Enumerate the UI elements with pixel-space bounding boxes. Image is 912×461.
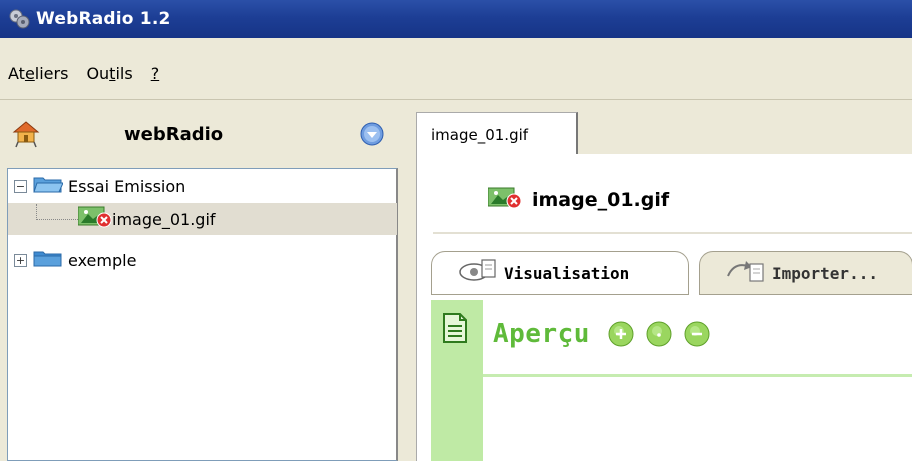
tree-item-label: Essai Emission: [68, 176, 186, 196]
import-icon: [726, 258, 766, 288]
tree-item-exemple[interactable]: + exemple: [14, 245, 136, 275]
radio-station-icon: [12, 120, 40, 148]
document-icon: [441, 312, 469, 348]
tree-item-essai-emission[interactable]: − Essai Emission: [14, 171, 185, 201]
tree-connector: [36, 204, 78, 220]
editor-area: image_01.gif image_01.gif Visualisation …: [404, 102, 912, 461]
menu-bar: Ateliers Outils ?: [0, 48, 912, 100]
tree-item-label: exemple: [68, 250, 137, 270]
project-tree[interactable]: − Essai Emission image_01.gif + exemple: [7, 168, 398, 461]
app-icon: [6, 6, 32, 32]
folder-icon: [33, 249, 63, 271]
open-folder-icon: [33, 175, 64, 197]
menu-outils[interactable]: Outils: [86, 64, 132, 83]
window-title: WebRadio 1.2: [36, 9, 171, 29]
left-panel-header: webRadio: [0, 102, 400, 166]
tree-item-label: image_01.gif: [112, 209, 216, 229]
view-tabs: Visualisation Importer...: [425, 251, 912, 295]
eye-icon: [458, 258, 498, 288]
document-tab-strip: image_01.gif: [404, 112, 912, 156]
preview-sidebar: [431, 300, 483, 461]
tab-label: Visualisation: [504, 263, 630, 283]
document-header: image_01.gif: [433, 168, 912, 234]
expand-toggle[interactable]: +: [14, 253, 27, 267]
tab-visualisation[interactable]: Visualisation: [431, 251, 689, 295]
left-panel: webRadio − Essai Emission image_01.gif +…: [0, 102, 400, 461]
tab-label: image_01.gif: [431, 125, 529, 144]
menu-help[interactable]: ?: [151, 64, 160, 83]
collapse-toggle[interactable]: −: [14, 179, 27, 193]
preview-toolbar: Aperçu: [483, 312, 710, 356]
tab-label: Importer...: [772, 263, 878, 283]
preview-title: Aperçu: [493, 319, 590, 349]
collapse-panel-button[interactable]: [360, 122, 384, 146]
preview-divider: [483, 374, 912, 377]
document-panel: image_01.gif Visualisation Importer... A…: [416, 154, 912, 461]
tab-importer[interactable]: Importer...: [699, 251, 912, 295]
broken-image-icon: [77, 205, 112, 233]
left-panel-title: webRadio: [124, 124, 224, 145]
title-bar: WebRadio 1.2: [0, 0, 912, 38]
tree-item-image-01[interactable]: image_01.gif: [8, 203, 397, 235]
menu-ateliers[interactable]: Ateliers: [8, 64, 68, 83]
document-title: image_01.gif: [532, 189, 670, 211]
zoom-out-icon[interactable]: [684, 321, 710, 347]
broken-image-icon: [487, 186, 522, 214]
zoom-reset-icon[interactable]: [646, 321, 672, 347]
zoom-in-icon[interactable]: [608, 321, 634, 347]
preview-section: Aperçu: [425, 300, 912, 461]
tab-image-01[interactable]: image_01.gif: [416, 112, 578, 156]
